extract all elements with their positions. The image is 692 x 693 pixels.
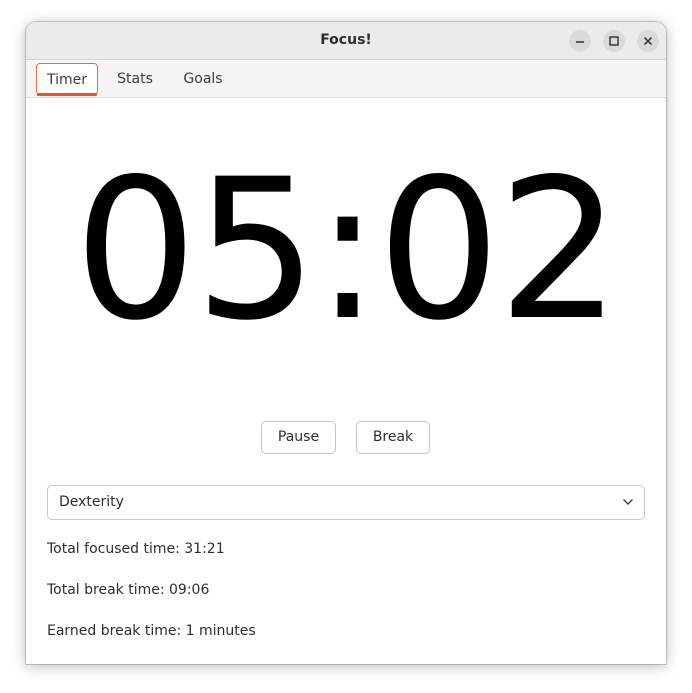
close-icon — [643, 36, 653, 46]
tab-goals[interactable]: Goals — [174, 63, 232, 95]
total-break-time: Total break time: 09:06 — [47, 582, 210, 598]
minimize-icon — [576, 41, 584, 43]
timer-display: 05:02 — [73, 137, 621, 363]
tab-stats[interactable]: Stats — [108, 63, 162, 95]
maximize-button[interactable] — [603, 30, 625, 52]
tab-timer-label: Timer — [46, 72, 88, 88]
close-button[interactable] — [637, 30, 659, 52]
minimize-button[interactable] — [569, 30, 591, 52]
activity-dropdown-value: Dexterity — [59, 494, 124, 510]
chevron-down-icon — [623, 499, 633, 505]
tab-stats-label: Stats — [117, 71, 153, 87]
total-focused-time: Total focused time: 31:21 — [47, 541, 225, 557]
title-bar[interactable]: Focus! — [26, 22, 666, 60]
tab-goals-label: Goals — [183, 71, 223, 87]
tab-timer[interactable]: Timer — [36, 63, 98, 96]
break-button[interactable]: Break — [356, 421, 430, 454]
activity-dropdown[interactable]: Dexterity — [47, 485, 645, 520]
tab-bar: Timer Stats Goals — [26, 60, 666, 98]
active-tab-indicator — [37, 93, 97, 96]
maximize-icon — [609, 36, 619, 46]
app-window: Focus! Timer Stats Goals 05:02 Pause Bre… — [26, 22, 666, 664]
earned-break-time: Earned break time: 1 minutes — [47, 623, 256, 639]
pause-button[interactable]: Pause — [261, 421, 336, 454]
